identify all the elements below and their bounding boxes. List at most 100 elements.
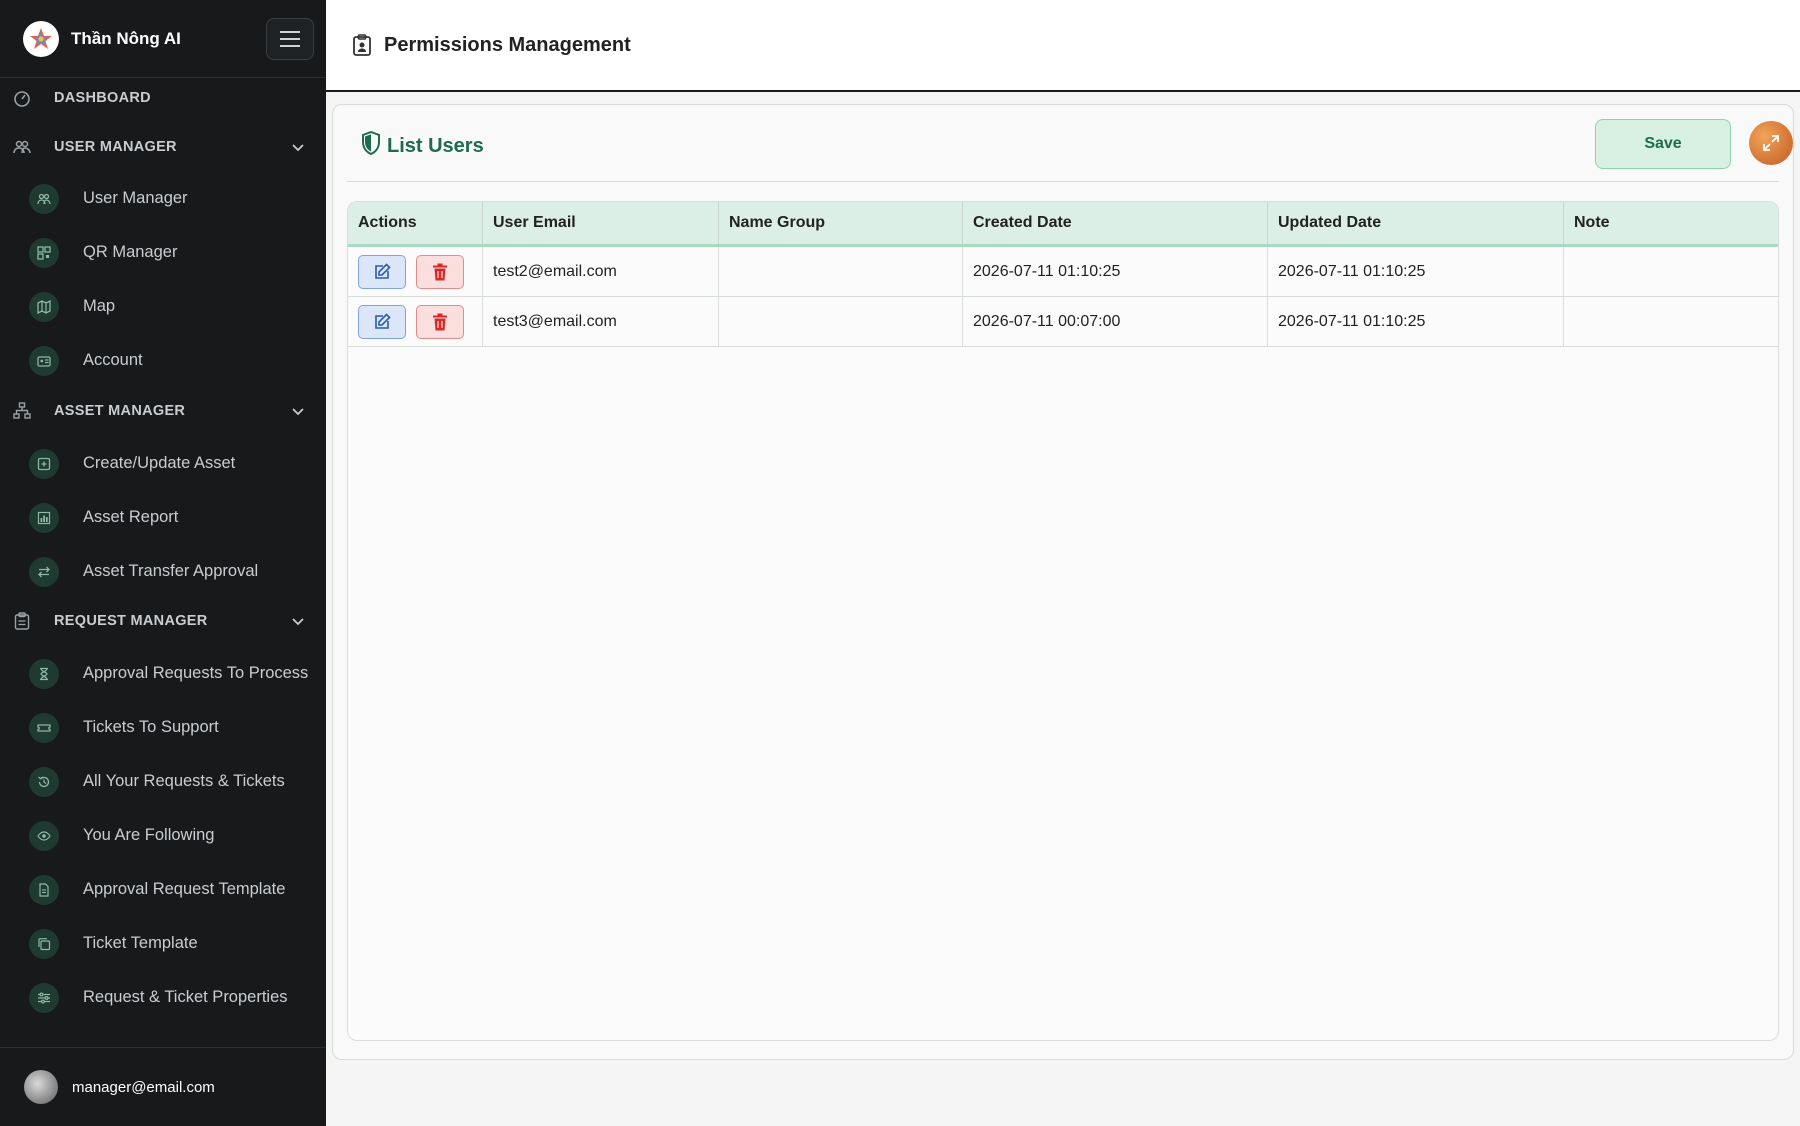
sidebar-item-label: Request & Ticket Properties	[83, 987, 288, 1006]
sidebar-item-label: Account	[83, 350, 143, 369]
user-email-cell: test2@email.com	[482, 245, 719, 297]
name-group-cell	[718, 245, 963, 297]
chevron-down-icon[interactable]	[290, 139, 306, 155]
sidebar-item-label: Asset Report	[83, 507, 179, 526]
section-label: REQUEST MANAGER	[54, 613, 208, 629]
created-date-cell: 2026-07-11 00:07:00	[962, 296, 1268, 347]
card-header: List Users Save	[347, 105, 1793, 182]
column-header-actions: Actions	[348, 202, 483, 247]
qrcode-icon	[29, 238, 59, 268]
ticket-icon	[29, 713, 59, 743]
sidebar-item-create-update-asset[interactable]: Create/Update Asset	[0, 441, 326, 485]
note-cell	[1563, 296, 1778, 347]
chevron-down-icon[interactable]	[290, 613, 306, 629]
hourglass-icon	[29, 659, 59, 689]
chevron-down-icon[interactable]	[290, 403, 306, 419]
plus-square-icon	[29, 449, 59, 479]
sliders-icon	[29, 983, 59, 1013]
clipboard-icon	[14, 612, 30, 630]
avatar[interactable]	[24, 1070, 58, 1104]
sidebar-item-label: All Your Requests & Tickets	[83, 771, 285, 790]
brand-logo[interactable]	[23, 20, 59, 57]
sidebar-item-tickets-to-support[interactable]: Tickets To Support	[0, 705, 326, 749]
users-icon	[13, 140, 31, 154]
sidebar: Thần Nông AI DASHBOARD USER MANAGER User…	[0, 0, 326, 1126]
created-date-cell: 2026-07-11 01:10:25	[962, 245, 1268, 297]
updated-date-cell: 2026-07-11 01:10:25	[1267, 296, 1564, 347]
card-title: List Users	[387, 135, 484, 157]
sidebar-item-approval-request-template[interactable]: Approval Request Template	[0, 867, 326, 911]
column-header-created-date[interactable]: Created Date	[962, 202, 1268, 247]
sidebar-item-request-ticket-properties[interactable]: Request & Ticket Properties	[0, 975, 326, 1019]
sidebar-item-label: QR Manager	[83, 242, 178, 261]
users-table: Actions User Email Name Group Created Da…	[348, 202, 1778, 347]
transfer-icon	[29, 557, 59, 587]
sidebar-item-you-are-following[interactable]: You Are Following	[0, 813, 326, 857]
column-header-note[interactable]: Note	[1563, 202, 1778, 247]
column-header-name-group[interactable]: Name Group	[718, 202, 963, 247]
sidebar-section-request-manager[interactable]: REQUEST MANAGER	[0, 603, 326, 639]
sidebar-item-label: You Are Following	[83, 825, 215, 844]
section-label: DASHBOARD	[54, 90, 151, 106]
save-button[interactable]: Save	[1595, 119, 1731, 169]
sidebar-item-label: Approval Request Template	[83, 879, 286, 898]
hamburger-icon	[280, 31, 300, 47]
sidebar-item-ticket-template[interactable]: Ticket Template	[0, 921, 326, 965]
trash-icon	[433, 313, 447, 330]
sidebar-footer[interactable]: manager@email.com	[0, 1047, 326, 1126]
map-icon	[29, 292, 59, 322]
sidebar-item-all-requests[interactable]: All Your Requests & Tickets	[0, 759, 326, 803]
table-row: test2@email.com 2026-07-11 01:10:25 2026…	[348, 245, 1778, 297]
clipboard-user-icon	[353, 34, 371, 56]
shield-icon	[362, 131, 380, 155]
sidebar-item-qr-manager[interactable]: QR Manager	[0, 230, 326, 274]
column-header-updated-date[interactable]: Updated Date	[1267, 202, 1564, 247]
star-logo-icon	[30, 27, 52, 49]
edit-button[interactable]	[358, 254, 406, 289]
sidebar-item-label: User Manager	[83, 188, 188, 207]
users-icon	[29, 184, 59, 214]
updated-date-cell: 2026-07-11 01:10:25	[1267, 245, 1564, 297]
actions-cell	[348, 296, 483, 347]
page-header: Permissions Management	[326, 0, 1800, 92]
current-user-email: manager@email.com	[72, 1078, 215, 1096]
sidebar-item-approval-requests[interactable]: Approval Requests To Process	[0, 651, 326, 695]
sidebar-section-user-manager[interactable]: USER MANAGER	[0, 129, 326, 165]
dashboard-icon	[14, 91, 30, 107]
sidebar-item-map[interactable]: Map	[0, 284, 326, 328]
sidebar-header: Thần Nông AI	[0, 0, 326, 78]
column-header-user-email[interactable]: User Email	[482, 202, 719, 247]
section-label: USER MANAGER	[54, 139, 177, 155]
sidebar-item-label: Ticket Template	[83, 933, 198, 952]
table-header-row: Actions User Email Name Group Created Da…	[348, 202, 1778, 247]
history-icon	[29, 767, 59, 797]
section-label: ASSET MANAGER	[54, 403, 186, 419]
page-title: Permissions Management	[384, 33, 631, 56]
sidebar-item-label: Approval Requests To Process	[83, 663, 309, 682]
sidebar-section-asset-manager[interactable]: ASSET MANAGER	[0, 393, 326, 429]
sitemap-icon	[13, 402, 31, 419]
expand-button[interactable]	[1749, 121, 1793, 165]
sidebar-item-asset-transfer-approval[interactable]: Asset Transfer Approval	[0, 549, 326, 593]
edit-button[interactable]	[358, 304, 406, 339]
document-icon	[29, 875, 59, 905]
sidebar-item-asset-report[interactable]: Asset Report	[0, 495, 326, 539]
delete-button[interactable]	[416, 254, 464, 289]
sidebar-item-label: Asset Transfer Approval	[83, 561, 259, 580]
expand-arrows-icon	[1763, 135, 1779, 151]
users-table-container: Actions User Email Name Group Created Da…	[347, 201, 1779, 1041]
sidebar-item-label: Map	[83, 296, 116, 315]
sidebar-item-user-manager[interactable]: User Manager	[0, 176, 326, 220]
name-group-cell	[718, 296, 963, 347]
sidebar-item-label: Create/Update Asset	[83, 453, 236, 472]
trash-icon	[433, 263, 447, 280]
eye-icon	[29, 821, 59, 851]
sidebar-section-dashboard[interactable]: DASHBOARD	[0, 80, 326, 116]
bar-chart-icon	[29, 503, 59, 533]
id-card-icon	[29, 346, 59, 376]
sidebar-item-account[interactable]: Account	[0, 338, 326, 382]
delete-button[interactable]	[416, 304, 464, 339]
note-cell	[1563, 245, 1778, 297]
edit-icon	[375, 262, 391, 279]
menu-toggle-button[interactable]	[266, 18, 314, 60]
